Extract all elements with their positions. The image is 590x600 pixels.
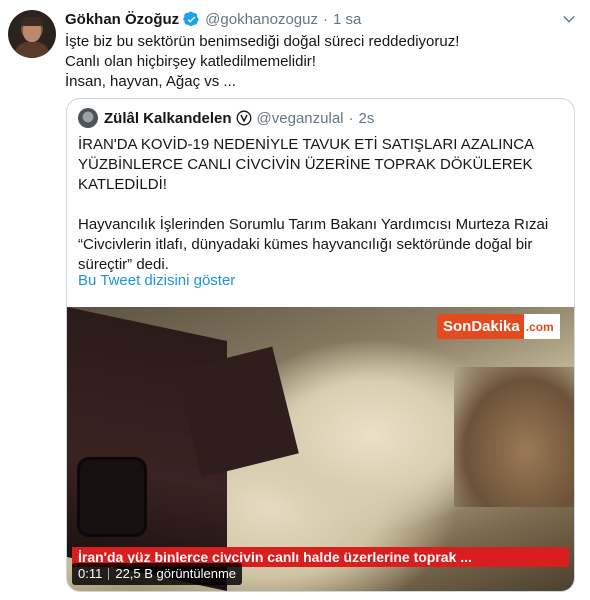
- quoted-avatar[interactable]: [78, 108, 98, 128]
- tweet[interactable]: Gökhan Özoğuz @gokhanozoguz · 1 sa İşte …: [0, 0, 590, 600]
- video-player[interactable]: SonDakika .com İran'da yüz binlerce civc…: [67, 307, 574, 591]
- handle[interactable]: @gokhanozoguz: [205, 11, 318, 28]
- video-duration: 0:11: [78, 566, 103, 581]
- avatar[interactable]: [8, 10, 56, 58]
- quoted-body-line: Hayvancılık İşlerinden Sorumlu Tarım Bak…: [78, 216, 549, 233]
- quoted-tweet-header: Zülâl Kalkandelen @veganzulal · 2s: [78, 108, 374, 128]
- quoted-timestamp[interactable]: 2s: [359, 110, 375, 127]
- quoted-headline-line: İRAN'DA KOVİD-19 NEDENİYLE TAVUK ETİ SAT…: [78, 136, 535, 153]
- tweet-header: Gökhan Özoğuz @gokhanozoguz · 1 sa: [65, 8, 361, 30]
- quoted-handle[interactable]: @veganzulal: [257, 110, 344, 127]
- logo-part-2: .com: [523, 314, 560, 339]
- logo-part-1: SonDakika: [437, 314, 524, 339]
- avatar-hair: [21, 17, 43, 26]
- video-info-badge: 0:11 22,5 B görüntülenme: [72, 563, 243, 585]
- tweet-text-line: İşte biz bu sektörün benimsediği doğal s…: [65, 33, 460, 50]
- quoted-display-name[interactable]: Zülâl Kalkandelen: [104, 110, 232, 127]
- verified-badge-icon: [183, 11, 199, 26]
- video-frame-ground: [454, 367, 574, 507]
- avatar-body: [14, 42, 50, 58]
- sondakika-logo: SonDakika .com: [437, 314, 564, 339]
- tweet-text-line: Canlı olan hiçbirşey katledilmemelidir!: [65, 53, 316, 70]
- quoted-tweet-text: İRAN'DA KOVİD-19 NEDENİYLE TAVUK ETİ SAT…: [78, 135, 568, 275]
- quoted-headline-line: KATLEDİLDİ!: [78, 176, 167, 193]
- show-thread-link[interactable]: Bu Tweet dizisini göster: [78, 272, 235, 289]
- quoted-headline-line: YÜZBİNLERCE CANLI CİVCİVİN ÜZERİNE TOPRA…: [78, 156, 533, 173]
- tweet-text-line: İnsan, hayvan, Ağaç vs ...: [65, 73, 236, 90]
- vegan-badge-icon: [236, 110, 251, 126]
- view-count: 22,5 B görüntülenme: [115, 566, 237, 581]
- display-name[interactable]: Gökhan Özoğuz: [65, 11, 179, 28]
- quoted-body-line: “Civcivlerin itlafı, dünyadaki kümes hay…: [78, 236, 533, 253]
- separator-dot: ·: [322, 10, 328, 28]
- timestamp[interactable]: 1 sa: [333, 11, 361, 28]
- tweet-text: İşte biz bu sektörün benimsediği doğal s…: [65, 32, 565, 92]
- video-frame-wheel: [77, 457, 147, 537]
- quoted-tweet[interactable]: Zülâl Kalkandelen @veganzulal · 2s İRAN'…: [66, 98, 575, 592]
- badge-divider: [108, 568, 110, 580]
- separator-dot: ·: [348, 109, 354, 127]
- chevron-down-icon[interactable]: [562, 12, 576, 26]
